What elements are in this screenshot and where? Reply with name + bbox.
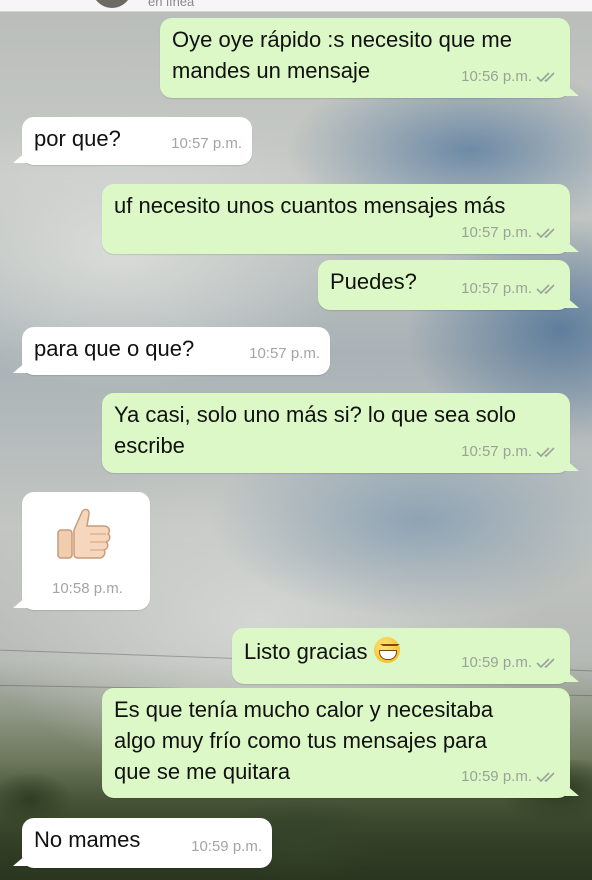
thumbs-up-icon — [57, 508, 111, 559]
incoming-message[interactable]: 10:58 p.m. — [13, 492, 150, 610]
message-time: 10:56 p.m. — [461, 68, 532, 85]
message-meta: 10:59 p.m. — [461, 761, 560, 792]
outgoing-message[interactable]: Listo gracias 10:59 p.m. — [232, 628, 579, 684]
outgoing-message[interactable]: Puedes? 10:57 p.m. — [318, 260, 579, 310]
double-check-icon — [536, 227, 555, 238]
double-check-icon — [536, 771, 555, 782]
message-time: 10:57 p.m. — [461, 224, 532, 241]
message-meta: 10:57 p.m. — [171, 128, 242, 159]
double-check-icon — [536, 283, 555, 294]
message-meta: 10:56 p.m. — [461, 61, 560, 92]
message-meta: 10:57 p.m. — [249, 338, 320, 369]
double-check-icon — [536, 657, 555, 668]
message-text: por que? — [34, 126, 121, 151]
message-meta: 10:58 p.m. — [52, 573, 123, 604]
outgoing-message[interactable]: Ya casi, solo uno más si? lo que sea sol… — [102, 393, 579, 473]
message-meta: 10:59 p.m. — [191, 831, 262, 862]
message-time: 10:57 p.m. — [171, 135, 242, 152]
outgoing-message[interactable]: Oye oye rápido :s necesito que me mandes … — [160, 18, 579, 98]
grinning-face-icon — [373, 637, 400, 663]
message-text: uf necesito unos cuantos mensajes más — [114, 193, 506, 218]
double-check-icon — [536, 71, 555, 82]
message-text: para que o que? — [34, 336, 195, 361]
message-time: 10:57 p.m. — [461, 443, 532, 460]
message-meta: 10:57 p.m. — [461, 436, 560, 467]
message-text: No mames — [34, 827, 141, 852]
message-time: 10:59 p.m. — [461, 768, 532, 785]
message-time: 10:59 p.m. — [191, 838, 262, 855]
message-text: Puedes? — [330, 269, 417, 294]
message-time: 10:57 p.m. — [249, 345, 320, 362]
chat-header: en línea — [0, 0, 592, 12]
message-meta: 10:57 p.m. — [461, 217, 560, 248]
incoming-message[interactable]: No mames 10:59 p.m. — [13, 818, 272, 868]
message-time: 10:57 p.m. — [461, 280, 532, 297]
outgoing-message[interactable]: Es que tenía mucho calor y necesitaba alg… — [102, 688, 579, 798]
message-time: 10:59 p.m. — [461, 654, 532, 671]
message-meta: 10:59 p.m. — [461, 647, 560, 678]
double-check-icon — [536, 446, 555, 457]
message-meta: 10:57 p.m. — [461, 273, 560, 304]
outgoing-message[interactable]: uf necesito unos cuantos mensajes más 10… — [102, 184, 579, 254]
message-text: Ya casi, solo uno más si? lo que sea sol… — [114, 402, 516, 458]
message-time: 10:58 p.m. — [52, 580, 123, 597]
message-text: Es que tenía mucho calor y necesitaba alg… — [114, 697, 494, 784]
contact-status: en línea — [148, 0, 195, 9]
incoming-message[interactable]: para que o que? 10:57 p.m. — [13, 327, 330, 375]
incoming-message[interactable]: por que? 10:57 p.m. — [13, 117, 252, 165]
message-text: Listo gracias — [244, 636, 400, 667]
contact-avatar[interactable] — [92, 0, 132, 8]
